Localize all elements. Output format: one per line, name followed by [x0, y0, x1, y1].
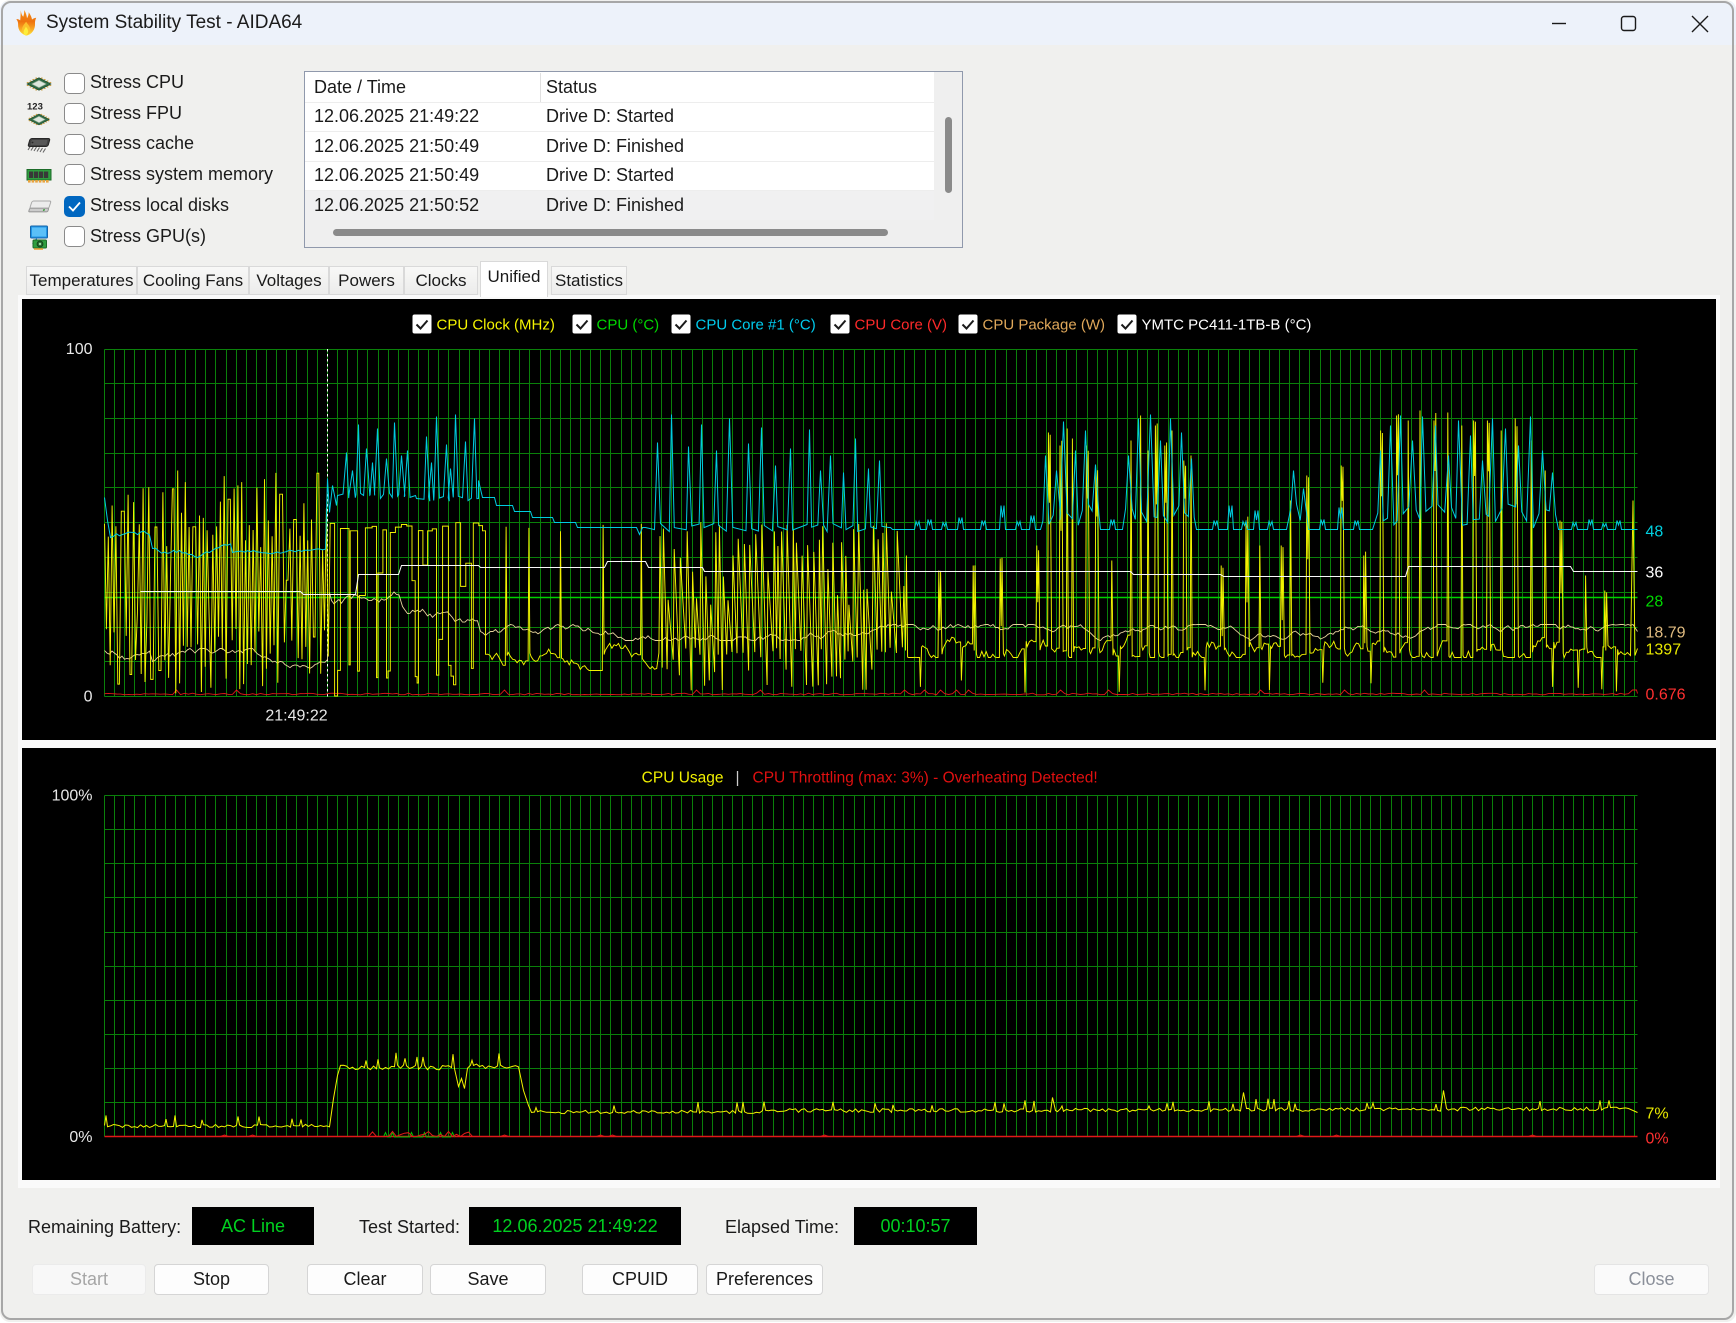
svg-text:CPU Core #1 (°C): CPU Core #1 (°C) [695, 316, 815, 333]
svg-text:CPU Package (W): CPU Package (W) [982, 316, 1105, 333]
svg-text:0%: 0% [1645, 1130, 1668, 1147]
svg-text:0.676: 0.676 [1645, 686, 1685, 703]
svg-text:CPU Usage: CPU Usage [641, 769, 723, 786]
svg-text:CPU Core (V): CPU Core (V) [854, 316, 947, 333]
svg-text:28: 28 [1645, 593, 1663, 610]
svg-text:CPU Throttling (max: 3%) - Ove: CPU Throttling (max: 3%) - Overheating D… [752, 769, 1097, 786]
svg-text:100%: 100% [51, 787, 92, 804]
svg-text:0: 0 [83, 688, 92, 705]
svg-text:|: | [735, 769, 739, 786]
svg-text:48: 48 [1645, 523, 1663, 540]
svg-text:CPU (°C): CPU (°C) [596, 316, 659, 333]
svg-text:0%: 0% [69, 1129, 92, 1146]
svg-text:100: 100 [65, 341, 92, 358]
svg-text:21:49:22: 21:49:22 [265, 707, 327, 724]
svg-text:YMTC PC411-1TB-B (°C): YMTC PC411-1TB-B (°C) [1141, 316, 1311, 333]
svg-text:18.79: 18.79 [1645, 624, 1685, 641]
svg-text:7%: 7% [1645, 1105, 1668, 1122]
svg-text:1397: 1397 [1645, 641, 1681, 658]
svg-text:36: 36 [1645, 564, 1663, 581]
svg-text:123: 123 [27, 101, 43, 112]
svg-text:CPU Clock (MHz): CPU Clock (MHz) [436, 316, 554, 333]
